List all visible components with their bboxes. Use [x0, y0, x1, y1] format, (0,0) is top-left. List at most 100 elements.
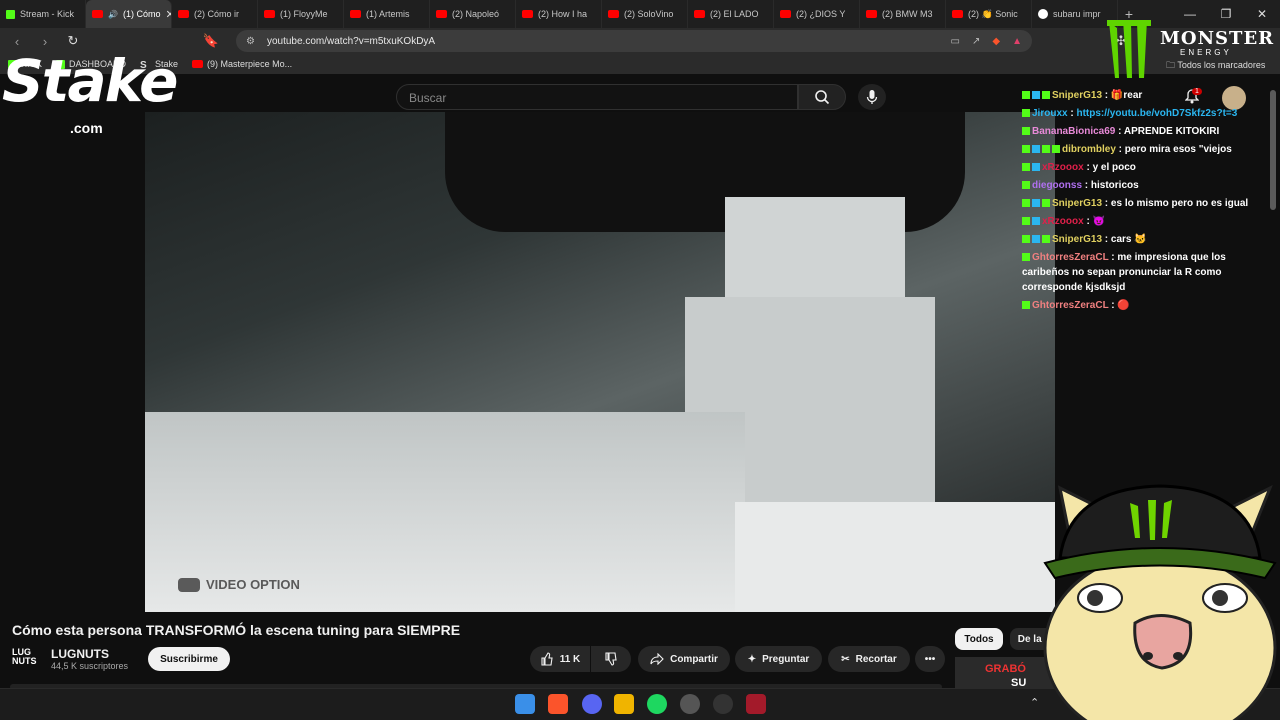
audio-playing-icon[interactable]: 🔊	[108, 10, 118, 19]
chat-username[interactable]: SniperG13	[1052, 234, 1102, 245]
cast-icon[interactable]: ▭	[951, 36, 960, 47]
scissors-icon: ✂	[841, 653, 850, 665]
ask-label: Preguntar	[762, 653, 810, 665]
chat-text: pero mira esos "viejos	[1124, 144, 1232, 155]
bookmark-item[interactable]: (9) Masterpiece Mo...	[192, 59, 292, 69]
ask-button[interactable]: ✦ Preguntar	[735, 646, 822, 672]
chat-message: dibrombley : pero mira esos "viejos	[1022, 142, 1272, 157]
chat-badge-icon	[1022, 199, 1030, 208]
windows-start-icon[interactable]	[515, 694, 535, 714]
spotify-icon[interactable]	[647, 694, 667, 714]
page-scrollbar[interactable]	[1270, 90, 1276, 210]
browser-tab[interactable]: (2) ¿DIOS Y	[774, 0, 860, 28]
more-actions-button[interactable]: •••	[915, 646, 945, 672]
chat-message: SniperG13 : cars 🐱	[1022, 232, 1272, 247]
video-watermark: VIDEO OPTION	[178, 577, 300, 592]
tab-label: (2) Cómo ir	[194, 9, 240, 19]
browser-tab[interactable]: (1) Artemis	[344, 0, 430, 28]
chat-username[interactable]: GhtorresZeraCL	[1032, 252, 1109, 263]
brave-browser-icon[interactable]	[548, 694, 568, 714]
chat-username[interactable]: BananaBionica69	[1032, 126, 1115, 137]
chat-text: 🔴	[1117, 300, 1130, 311]
tray-chevron-icon[interactable]: ⌃	[1030, 696, 1039, 709]
chat-separator: :	[1115, 126, 1124, 137]
chat-badge-icon	[1032, 163, 1040, 172]
clip-button[interactable]: ✂ Recortar	[828, 646, 910, 672]
youtube-icon	[92, 10, 103, 18]
chat-badge-icon	[1032, 145, 1040, 154]
dislike-button[interactable]	[591, 646, 631, 672]
browser-tab[interactable]: (2) SoloVino	[602, 0, 688, 28]
like-count: 11 K	[559, 653, 581, 665]
youtube-icon	[522, 10, 533, 18]
chat-username[interactable]: diegoonss	[1032, 180, 1082, 191]
chat-separator: :	[1115, 144, 1125, 155]
voice-search-button[interactable]	[858, 84, 886, 110]
video-player[interactable]	[145, 112, 1055, 612]
youtube-icon	[436, 10, 447, 18]
chat-username[interactable]: Jirouxx	[1032, 108, 1068, 119]
search-input[interactable]: Buscar	[396, 84, 798, 110]
subscribe-button[interactable]: Suscribirme	[148, 647, 230, 671]
url-field[interactable]: ⚙ youtube.com/watch?v=m5txuKOkDyA ▭ ↗ ◆ …	[236, 30, 1032, 52]
steam-icon[interactable]	[680, 694, 700, 714]
energy-wordmark: ENERGY	[1180, 48, 1232, 57]
chat-text[interactable]: https://youtu.be/vohD7Skfz2s?t=3	[1076, 108, 1237, 119]
filter-chip-all[interactable]: Todos	[955, 628, 1003, 650]
chat-username[interactable]: dibrombley	[1062, 144, 1116, 155]
like-button[interactable]: 11 K	[530, 646, 590, 672]
share-icon	[650, 653, 664, 665]
chat-separator: :	[1102, 198, 1111, 209]
tab-label: (2) ¿DIOS Y	[796, 9, 846, 19]
discord-icon[interactable]	[582, 694, 602, 714]
browser-tab[interactable]: 🔊(1) Cómo✕	[86, 0, 172, 28]
youtube-icon	[178, 10, 189, 18]
browser-tab[interactable]: (2) Cómo ir	[172, 0, 258, 28]
share-page-icon[interactable]: ↗	[972, 36, 980, 47]
tab-label: (2) 👏 Sonic	[968, 8, 1018, 19]
site-info-icon[interactable]: ⚙	[246, 36, 255, 47]
chat-badge-icon	[1022, 109, 1030, 118]
chat-username[interactable]: SniperG13	[1052, 198, 1102, 209]
valorant-icon[interactable]	[746, 694, 766, 714]
youtube-icon	[350, 10, 361, 18]
chat-text: es lo mismo pero no es igual	[1110, 198, 1249, 209]
browser-tab[interactable]: Stream - Kick	[0, 0, 86, 28]
browser-tab[interactable]: (2) BMW M3	[860, 0, 946, 28]
channel-name[interactable]: LUGNUTS	[51, 647, 109, 661]
channel-avatar[interactable]: LUG NUTS	[12, 648, 42, 668]
chat-text: 😈	[1092, 216, 1106, 227]
chat-username[interactable]: xRzooox	[1042, 162, 1084, 173]
chat-badge-icon	[1022, 181, 1030, 190]
kick-icon	[6, 9, 15, 19]
chat-separator: :	[1102, 234, 1111, 245]
chat-text: historicos	[1090, 180, 1139, 191]
browser-tab[interactable]: (2) How I ha	[516, 0, 602, 28]
bookmark-label: (9) Masterpiece Mo...	[207, 59, 293, 69]
share-button[interactable]: Compartir	[638, 646, 730, 672]
chat-username[interactable]: xRzooox	[1042, 216, 1084, 227]
browser-tab[interactable]: (2) El LADO	[688, 0, 774, 28]
search-icon	[815, 90, 830, 105]
chat-message: xRzooox : y el poco	[1022, 160, 1272, 175]
browser-tab[interactable]: (2) Napoleó	[430, 0, 516, 28]
chat-separator: :	[1083, 162, 1093, 173]
stake-domain: .com	[70, 120, 103, 136]
file-explorer-icon[interactable]	[614, 694, 634, 714]
app-icon[interactable]	[713, 694, 733, 714]
chat-username[interactable]: SniperG13	[1052, 90, 1102, 101]
tab-label: (1) FloyyMe	[280, 9, 328, 19]
chat-badge-icon	[1022, 301, 1030, 310]
browser-tab[interactable]: (2) 👏 Sonic	[946, 0, 1032, 28]
tab-list: Stream - Kick🔊(1) Cómo✕ (2) Cómo ir (1) Fl…	[0, 0, 1118, 28]
brave-shield-icon[interactable]: ◆	[992, 36, 1000, 47]
chat-username[interactable]: GhtorresZeraCL	[1032, 300, 1109, 311]
bookmark-page-icon[interactable]: 🔖	[202, 33, 220, 49]
clip-label: Recortar	[855, 653, 897, 665]
chat-message: Jirouxx : https://youtu.be/vohD7Skfz2s?t…	[1022, 106, 1272, 121]
tab-label: (1) Artemis	[366, 9, 410, 19]
search-button[interactable]	[798, 84, 846, 110]
brave-rewards-icon[interactable]: ▲	[1012, 36, 1022, 47]
browser-tab[interactable]: (1) FloyyMe	[258, 0, 344, 28]
youtube-icon	[780, 10, 791, 18]
